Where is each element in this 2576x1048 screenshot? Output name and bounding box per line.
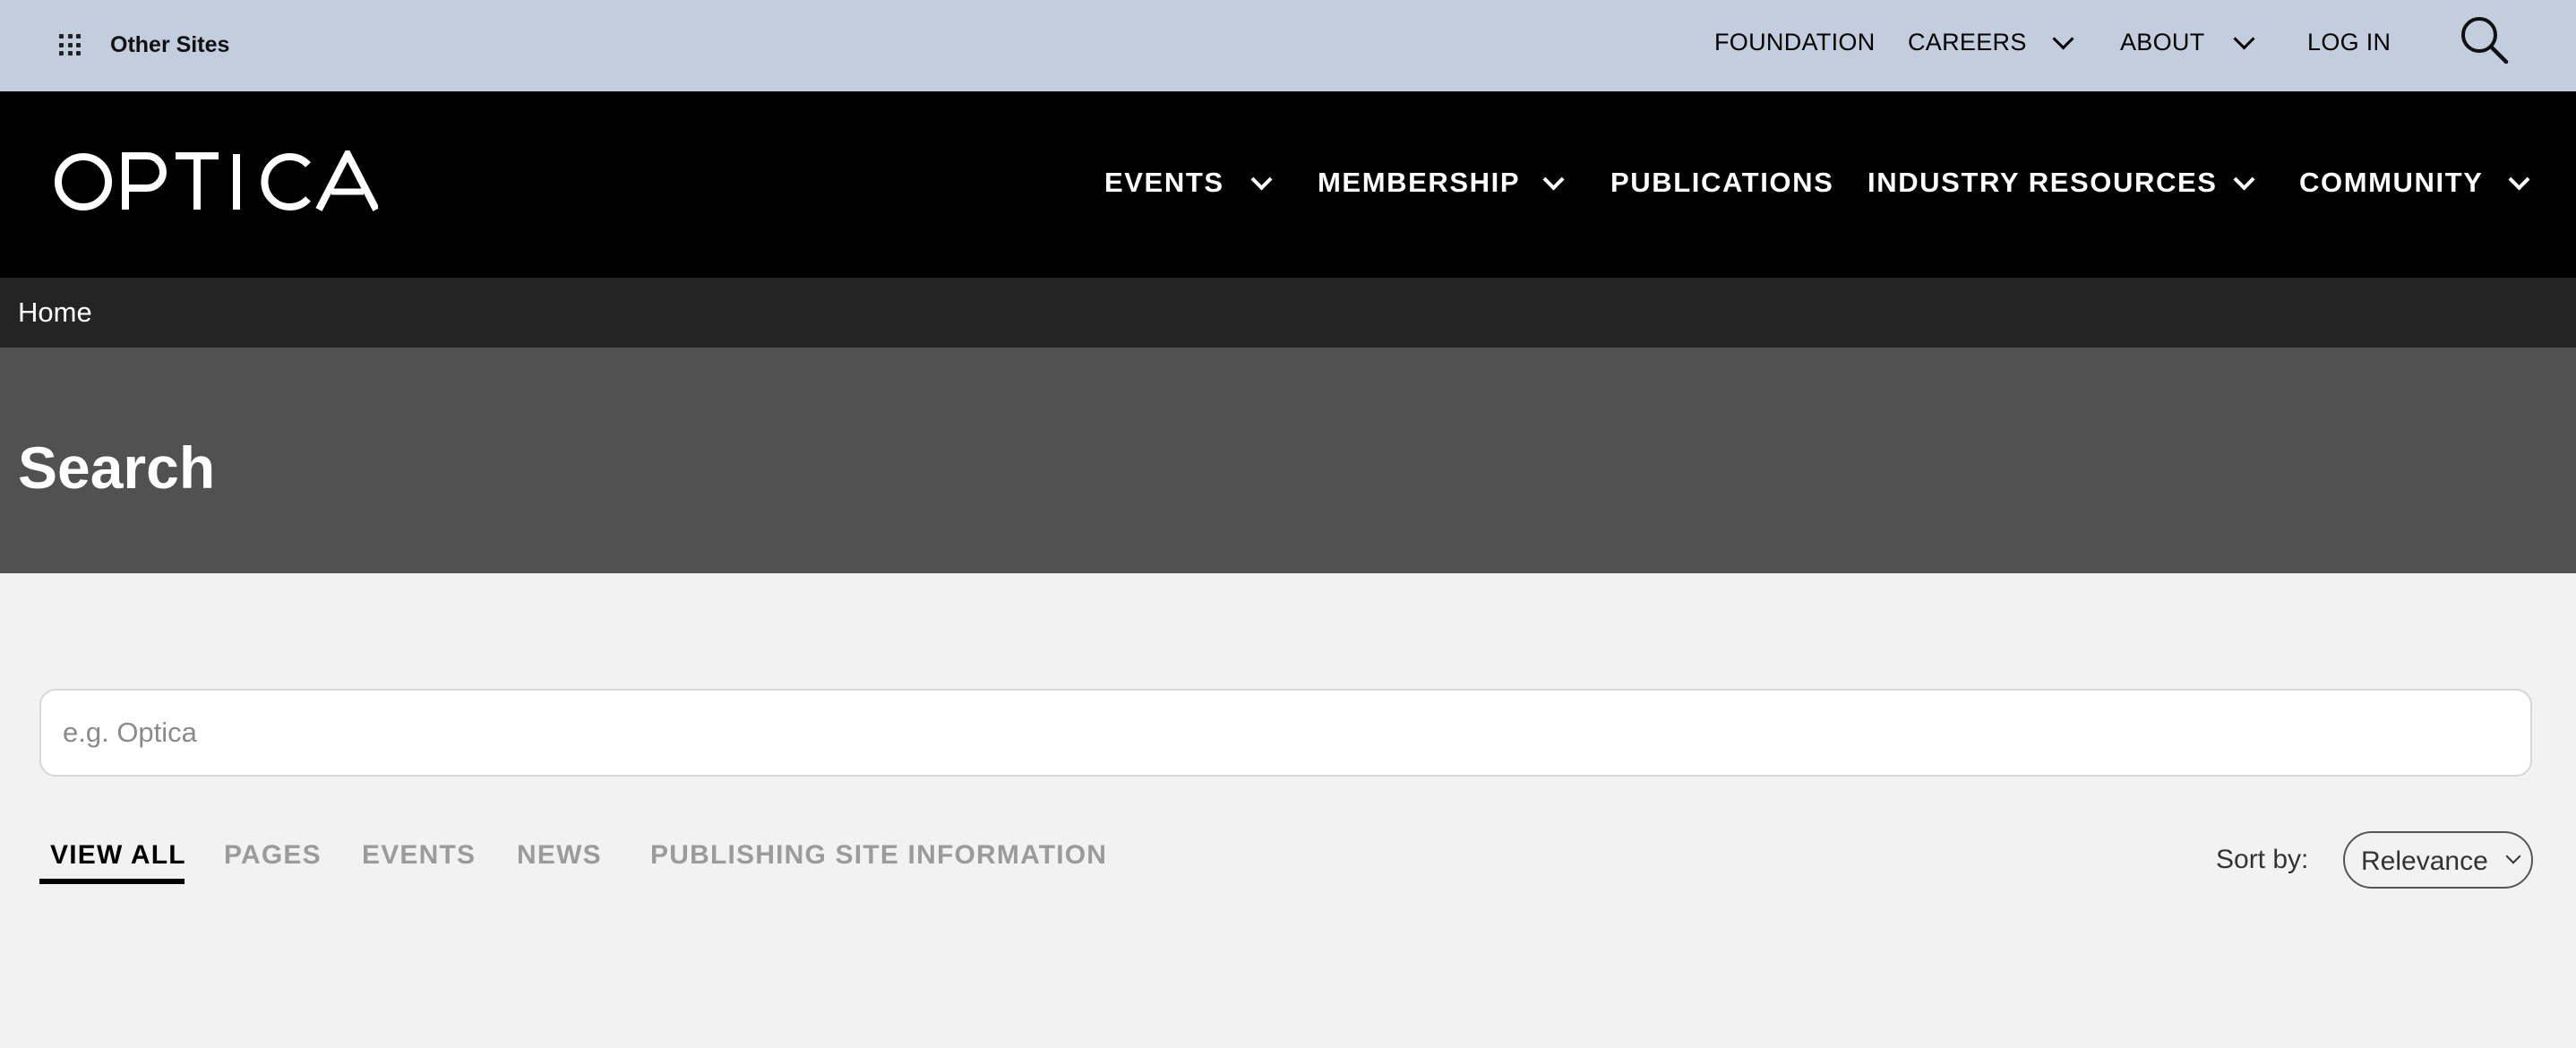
utility-link-log-in[interactable]: LOG IN bbox=[2307, 29, 2391, 56]
tab-pages[interactable]: PAGES bbox=[224, 840, 322, 871]
utility-bar: Other Sites FOUNDATION CAREERS ABOUT LOG… bbox=[0, 0, 2576, 91]
active-tab-indicator bbox=[39, 879, 185, 884]
nav-events[interactable]: EVENTS bbox=[1104, 167, 1224, 199]
sort-select[interactable]: Relevance bbox=[2343, 831, 2533, 889]
tab-publishing-site-information[interactable]: PUBLISHING SITE INFORMATION bbox=[650, 840, 1107, 871]
chevron-down-icon[interactable] bbox=[2233, 28, 2255, 50]
sort-selected-value: Relevance bbox=[2361, 846, 2488, 876]
search-input[interactable] bbox=[39, 689, 2532, 777]
breadcrumb-home[interactable]: Home bbox=[18, 296, 92, 329]
chevron-down-icon[interactable] bbox=[2233, 168, 2255, 191]
utility-nav: FOUNDATION CAREERS ABOUT LOG IN bbox=[0, 0, 2576, 91]
nav-industry-resources[interactable]: INDUSTRY RESOURCES bbox=[1868, 167, 2218, 199]
main-nav: EVENTS MEMBERSHIP PUBLICATIONS INDUSTRY … bbox=[0, 91, 2576, 278]
nav-publications[interactable]: PUBLICATIONS bbox=[1610, 167, 1833, 199]
chevron-down-icon[interactable] bbox=[2052, 28, 2074, 50]
chevron-down-icon[interactable] bbox=[2508, 168, 2530, 191]
utility-link-about[interactable]: ABOUT bbox=[2120, 29, 2205, 56]
breadcrumb: Home bbox=[0, 278, 2576, 348]
search-icon[interactable] bbox=[2459, 14, 2511, 66]
chevron-down-icon bbox=[2505, 848, 2521, 864]
nav-membership[interactable]: MEMBERSHIP bbox=[1318, 167, 1520, 199]
utility-link-foundation[interactable]: FOUNDATION bbox=[1714, 29, 1876, 56]
tab-view-all[interactable]: VIEW ALL bbox=[50, 840, 186, 871]
sort-label: Sort by: bbox=[2216, 845, 2309, 874]
chevron-down-icon[interactable] bbox=[1250, 168, 1273, 191]
utility-link-careers[interactable]: CAREERS bbox=[1908, 29, 2027, 56]
page-hero: Search bbox=[0, 348, 2576, 573]
chevron-down-icon[interactable] bbox=[1542, 168, 1565, 191]
tab-news[interactable]: NEWS bbox=[517, 840, 602, 871]
optica-logo[interactable] bbox=[54, 146, 380, 213]
tab-events[interactable]: EVENTS bbox=[362, 840, 476, 871]
page-title: Search bbox=[18, 434, 216, 501]
nav-community[interactable]: COMMUNITY bbox=[2299, 167, 2484, 199]
